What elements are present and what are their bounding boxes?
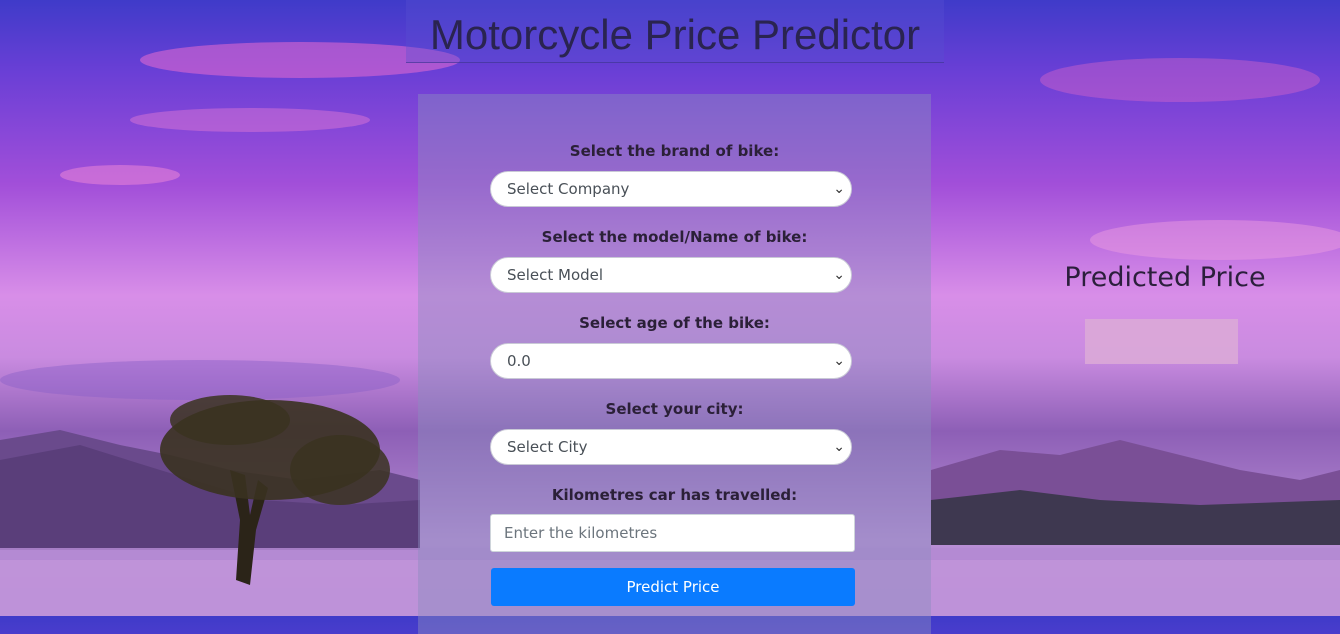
chevron-down-icon: ⌄: [833, 439, 845, 455]
chevron-down-icon: ⌄: [833, 353, 845, 369]
predicted-price-output: [1085, 319, 1238, 364]
chevron-down-icon: ⌄: [833, 267, 845, 283]
page-header: Motorcycle Price Predictor: [406, 0, 944, 63]
predict-price-button[interactable]: Predict Price: [491, 568, 855, 606]
brand-select[interactable]: Select Company ⌄: [490, 171, 852, 207]
predicted-price-heading: Predicted Price: [1064, 262, 1266, 293]
city-select[interactable]: Select City ⌄: [490, 429, 852, 465]
brand-select-value: Select Company: [507, 180, 630, 198]
age-select-value: 0.0: [507, 352, 531, 370]
model-label: Select the model/Name of bike:: [541, 228, 808, 246]
predictor-form: Select the brand of bike: Select Company…: [418, 94, 931, 634]
city-label: Select your city:: [605, 400, 744, 418]
page-title: Motorcycle Price Predictor: [429, 11, 921, 58]
model-select[interactable]: Select Model ⌄: [490, 257, 852, 293]
kms-input[interactable]: Enter the kilometres: [490, 514, 855, 552]
age-select[interactable]: 0.0 ⌄: [490, 343, 852, 379]
brand-label: Select the brand of bike:: [569, 142, 780, 160]
chevron-down-icon: ⌄: [833, 181, 845, 197]
model-select-value: Select Model: [507, 266, 604, 284]
kms-label: Kilometres car has travelled:: [551, 486, 798, 504]
kms-input-placeholder: Enter the kilometres: [504, 524, 658, 542]
city-select-value: Select City: [507, 438, 588, 456]
age-label: Select age of the bike:: [579, 314, 770, 332]
